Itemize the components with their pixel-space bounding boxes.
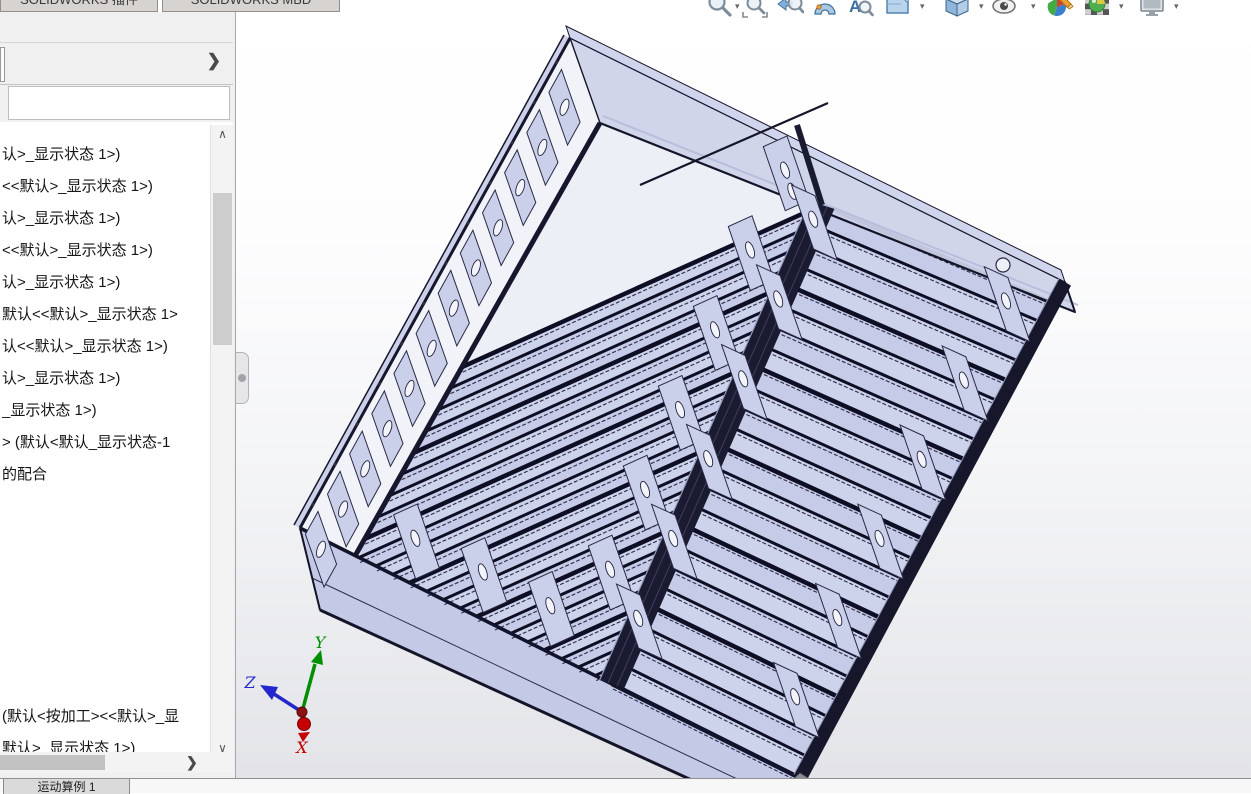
tab-solidworks-mbd[interactable]: SOLIDWORKS MBD: [162, 0, 340, 12]
feature-manager-header: [0, 12, 233, 43]
tree-horizontal-scrollbar[interactable]: ❯: [0, 752, 233, 773]
dropdown-caret-icon[interactable]: ▾: [920, 1, 925, 12]
tree-row[interactable]: <<默认>_显示状态 1>): [2, 171, 233, 203]
display-style-icon[interactable]: [943, 0, 971, 19]
dropdown-caret-icon[interactable]: ▾: [1031, 1, 1036, 12]
apply-scene-icon[interactable]: [1083, 0, 1111, 19]
dropdown-caret-icon[interactable]: ▾: [1119, 1, 1124, 12]
panel-edge-tab[interactable]: [0, 47, 5, 82]
annotation-view-icon[interactable]: A: [846, 0, 874, 19]
view-settings-icon[interactable]: [1138, 0, 1166, 19]
feature-manager-filter-box[interactable]: [8, 86, 230, 120]
feature-manager-toolbar-row: ❯: [0, 43, 233, 85]
splitter-knob-icon: [238, 374, 246, 382]
tree-row[interactable]: <<默认>_显示状态 1>): [2, 235, 233, 267]
tree-row[interactable]: 认>_显示状态 1>): [2, 267, 233, 299]
rack-assembly-model[interactable]: Y Z X: [236, 0, 1251, 778]
tab-solidworks-addins[interactable]: SOLIDWORKS 插件: [0, 0, 158, 12]
dropdown-caret-icon[interactable]: ▾: [1174, 1, 1179, 12]
zoom-to-area-icon[interactable]: [741, 0, 769, 19]
reference-triad: Y Z X: [243, 633, 326, 757]
scroll-up-icon[interactable]: ∧: [211, 127, 234, 141]
scroll-right-icon[interactable]: ❯: [186, 754, 198, 771]
dropdown-caret-icon[interactable]: ▾: [979, 1, 984, 12]
motion-study-bar: 运动算例 1: [0, 778, 1251, 794]
tree-row[interactable]: 认>_显示状态 1>): [2, 139, 233, 171]
previous-view-icon[interactable]: [776, 0, 805, 19]
edit-appearance-icon[interactable]: [1046, 0, 1074, 19]
horizontal-scroll-thumb[interactable]: [0, 755, 105, 770]
vertical-scroll-thumb[interactable]: [213, 193, 232, 345]
tree-vertical-scrollbar[interactable]: ∧ ∨: [210, 125, 233, 757]
tab-motion-study[interactable]: 运动算例 1: [3, 779, 130, 794]
view-orientation-icon[interactable]: [884, 0, 912, 19]
command-manager-tabs: SOLIDWORKS 插件 SOLIDWORKS MBD: [0, 0, 345, 12]
zoom-to-fit-icon[interactable]: [706, 0, 734, 19]
panel-splitter-handle[interactable]: [236, 352, 249, 404]
rack-model-root: [293, 25, 1079, 778]
tree-row[interactable]: 的配合: [2, 459, 233, 491]
tree-row[interactable]: _显示状态 1>): [2, 395, 233, 427]
graphics-viewport[interactable]: Y Z X ▾ A ▾ ▾ ▾ ▾ ▾: [236, 0, 1251, 778]
tree-row[interactable]: > (默认<默认_显示状态-1: [2, 427, 233, 459]
feature-tree: 认>_显示状态 1>) <<默认>_显示状态 1>) 认>_显示状态 1>) <<默认…: [0, 122, 233, 757]
tree-row[interactable]: (默认<按加工><<默认>_显: [2, 701, 233, 733]
tree-row[interactable]: 认<<默认>_显示状态 1>): [2, 331, 233, 363]
feature-manager-panel: ❯ 认>_显示状态 1>) <<默认>_显示状态 1>) 认>_显示状态 1>) <<…: [0, 12, 236, 778]
expand-panel-icon[interactable]: ❯: [207, 51, 221, 71]
triad-z-label: Z: [243, 673, 256, 692]
hide-show-items-icon[interactable]: [990, 0, 1018, 19]
dropdown-caret-icon[interactable]: ▾: [735, 1, 740, 12]
tree-row[interactable]: 认>_显示状态 1>): [2, 203, 233, 235]
tree-row[interactable]: 认>_显示状态 1>): [2, 363, 233, 395]
heads-up-view-toolbar: ▾ A ▾ ▾ ▾ ▾ ▾: [691, 0, 1211, 22]
triad-y-label: Y: [315, 633, 327, 652]
tree-row[interactable]: 默认<<默认>_显示状态 1>: [2, 299, 233, 331]
section-view-icon[interactable]: [811, 0, 839, 19]
triad-x-label: X: [294, 738, 308, 757]
